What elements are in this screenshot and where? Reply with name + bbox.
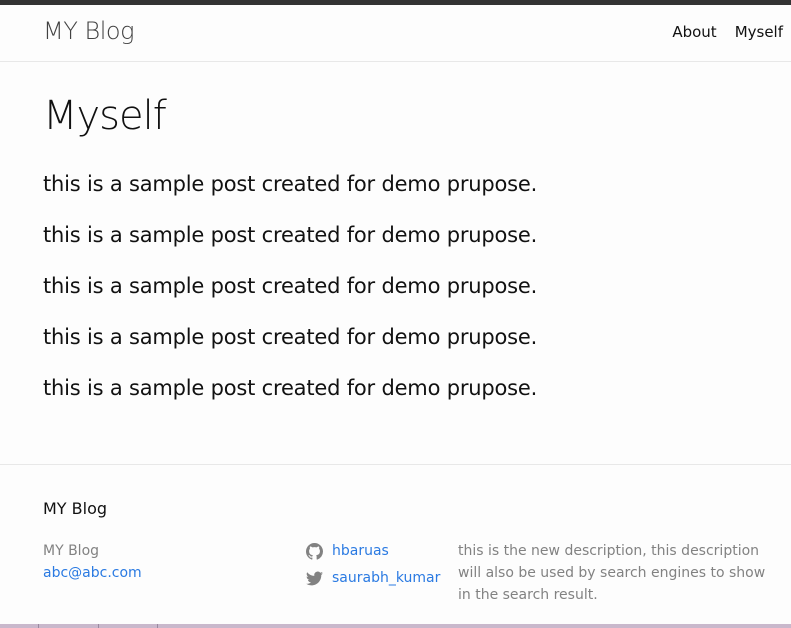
site-title-link[interactable]: MY Blog <box>43 17 134 45</box>
bottom-bar-divider <box>157 624 158 628</box>
footer-heading: MY Blog <box>43 499 108 518</box>
site-header: MY Blog About Myself <box>0 5 791 62</box>
github-social-row[interactable]: hbaruas <box>306 538 440 565</box>
twitter-social-row[interactable]: saurabh_kumar <box>306 565 440 592</box>
footer-contact: MY Blog abc@abc.com <box>43 540 142 584</box>
footer-name: MY Blog <box>43 543 100 559</box>
post-content: this is a sample post created for demo p… <box>43 168 743 423</box>
post-paragraph: this is a sample post created for demo p… <box>43 223 538 247</box>
post-paragraph: this is a sample post created for demo p… <box>43 172 538 196</box>
bottom-bar-divider <box>38 624 39 628</box>
github-username-link[interactable]: hbaruas <box>332 538 389 565</box>
twitter-username-link[interactable]: saurabh_kumar <box>332 565 440 592</box>
footer-description: this is the new description, this descri… <box>458 543 766 603</box>
post-paragraph: this is a sample post created for demo p… <box>43 376 538 400</box>
bottom-bar <box>0 624 791 628</box>
twitter-icon <box>306 570 323 587</box>
github-icon <box>306 543 323 560</box>
post-paragraph: this is a sample post created for demo p… <box>43 325 538 349</box>
footer-email-link[interactable]: abc@abc.com <box>43 562 142 584</box>
nav-link-myself[interactable]: Myself <box>735 23 783 41</box>
nav-link-about[interactable]: About <box>672 23 716 41</box>
bottom-bar-divider <box>98 624 99 628</box>
post-paragraph: this is a sample post created for demo p… <box>43 274 538 298</box>
footer-social: hbaruas saurabh_kumar <box>306 538 440 592</box>
site-nav: About Myself <box>672 23 783 41</box>
site-footer: MY Blog MY Blog abc@abc.com hbaruas saur… <box>0 464 791 624</box>
page-title: Myself <box>43 93 167 139</box>
